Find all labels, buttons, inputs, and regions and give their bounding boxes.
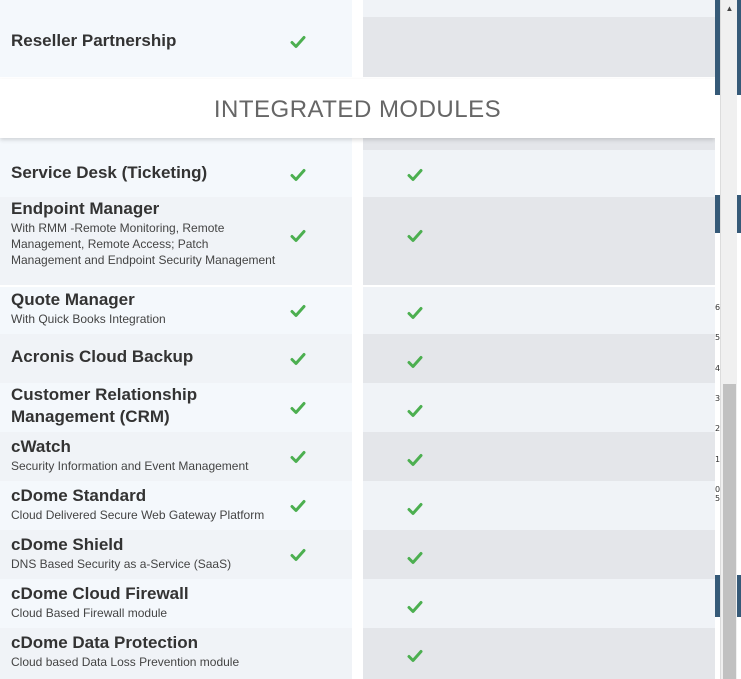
- check-icon: [407, 228, 423, 244]
- section-title: INTEGRATED MODULES: [213, 96, 502, 123]
- scroll-up-arrow-icon[interactable]: ▲: [721, 0, 738, 17]
- feature-title: Customer Relationship Management (CRM): [11, 385, 198, 426]
- feature-subtitle: Security Information and Event Managemen…: [11, 459, 249, 473]
- feature-title: cDome Cloud Firewall: [11, 584, 189, 603]
- check-icon: [290, 228, 306, 244]
- check-icon: [290, 498, 306, 514]
- feature-title: cDome Standard: [11, 486, 147, 505]
- table-row: cDome Shield DNS Based Security as a-Ser…: [0, 530, 715, 579]
- table-row: cDome Cloud Firewall Cloud Based Firewal…: [0, 579, 715, 628]
- feature-cell: cDome Cloud Firewall Cloud Based Firewal…: [0, 579, 352, 628]
- feature-title: Service Desk (Ticketing): [11, 163, 208, 182]
- feature-title: cDome Data Protection: [11, 633, 199, 652]
- feature-subtitle: With Quick Books Integration: [11, 312, 166, 326]
- table-row: Customer Relationship Management (CRM): [0, 383, 715, 432]
- viewport: 6 5 4 3 2 1 0 5 ▲ Reseller Partnership I…: [0, 0, 741, 679]
- check-icon: [290, 400, 306, 416]
- plan-cell: [363, 138, 715, 150]
- plan-cell: [363, 17, 715, 77]
- plan-cell: [363, 481, 715, 530]
- check-icon: [290, 167, 306, 183]
- check-icon: [407, 305, 423, 321]
- table-row: Quote Manager With Quick Books Integrati…: [0, 287, 715, 334]
- feature-cell: [0, 0, 352, 17]
- check-icon: [407, 354, 423, 370]
- feature-title: Reseller Partnership: [11, 31, 177, 50]
- check-icon: [290, 303, 306, 319]
- plan-cell: [363, 432, 715, 481]
- feature-title: Quote Manager: [11, 290, 135, 309]
- partial-row: [0, 0, 715, 17]
- check-icon: [407, 403, 423, 419]
- feature-title: Acronis Cloud Backup: [11, 347, 194, 366]
- plan-cell: [363, 334, 715, 383]
- vertical-scrollbar[interactable]: ▲: [720, 0, 737, 679]
- feature-cell: Customer Relationship Management (CRM): [0, 383, 352, 432]
- check-icon: [290, 351, 306, 367]
- check-icon: [290, 449, 306, 465]
- section-header: INTEGRATED MODULES: [0, 79, 715, 138]
- check-icon: [407, 167, 423, 183]
- check-icon: [407, 550, 423, 566]
- table-row: Endpoint Manager With RMM -Remote Monito…: [0, 197, 715, 285]
- table-row: Service Desk (Ticketing): [0, 150, 715, 197]
- check-icon: [407, 452, 423, 468]
- table-row: cWatch Security Information and Event Ma…: [0, 432, 715, 481]
- check-icon: [407, 501, 423, 517]
- plan-cell: [363, 383, 715, 432]
- plan-cell: [363, 628, 715, 679]
- plan-cell: [363, 530, 715, 579]
- check-icon: [290, 34, 306, 50]
- table-row: Reseller Partnership: [0, 17, 715, 77]
- feature-cell: Service Desk (Ticketing): [0, 150, 352, 197]
- feature-subtitle: Cloud based Data Loss Prevention module: [11, 655, 240, 669]
- feature-cell: [0, 138, 352, 150]
- feature-title: Endpoint Manager: [11, 199, 160, 218]
- feature-subtitle: With RMM -Remote Monitoring, Remote Mana…: [11, 221, 276, 267]
- feature-cell: cDome Shield DNS Based Security as a-Ser…: [0, 530, 352, 579]
- feature-cell: cWatch Security Information and Event Ma…: [0, 432, 352, 481]
- spacer-row: [0, 138, 715, 150]
- feature-title: cDome Shield: [11, 535, 124, 554]
- feature-cell: Acronis Cloud Backup: [0, 334, 352, 383]
- check-icon: [407, 599, 423, 615]
- scrollbar-thumb[interactable]: [723, 384, 736, 679]
- feature-subtitle: Cloud Delivered Secure Web Gateway Platf…: [11, 508, 265, 522]
- table-row: cDome Standard Cloud Delivered Secure We…: [0, 481, 715, 530]
- plan-cell: [363, 579, 715, 628]
- feature-subtitle: DNS Based Security as a-Service (SaaS): [11, 557, 232, 571]
- feature-title: cWatch: [11, 437, 71, 456]
- feature-cell: Reseller Partnership: [0, 17, 352, 77]
- feature-cell: cDome Standard Cloud Delivered Secure We…: [0, 481, 352, 530]
- table-row: cDome Data Protection Cloud based Data L…: [0, 628, 715, 679]
- plan-cell: [363, 0, 715, 17]
- plan-cell: [363, 287, 715, 334]
- check-icon: [407, 648, 423, 664]
- feature-cell: cDome Data Protection Cloud based Data L…: [0, 628, 352, 679]
- feature-cell: Endpoint Manager With RMM -Remote Monito…: [0, 197, 352, 285]
- feature-subtitle: Cloud Based Firewall module: [11, 606, 168, 620]
- check-icon: [290, 547, 306, 563]
- plan-cell: [363, 150, 715, 197]
- feature-cell: Quote Manager With Quick Books Integrati…: [0, 287, 352, 334]
- feature-comparison-panel: Reseller Partnership INTEGRATED MODULES …: [0, 0, 715, 679]
- table-row: Acronis Cloud Backup: [0, 334, 715, 383]
- plan-cell: [363, 197, 715, 285]
